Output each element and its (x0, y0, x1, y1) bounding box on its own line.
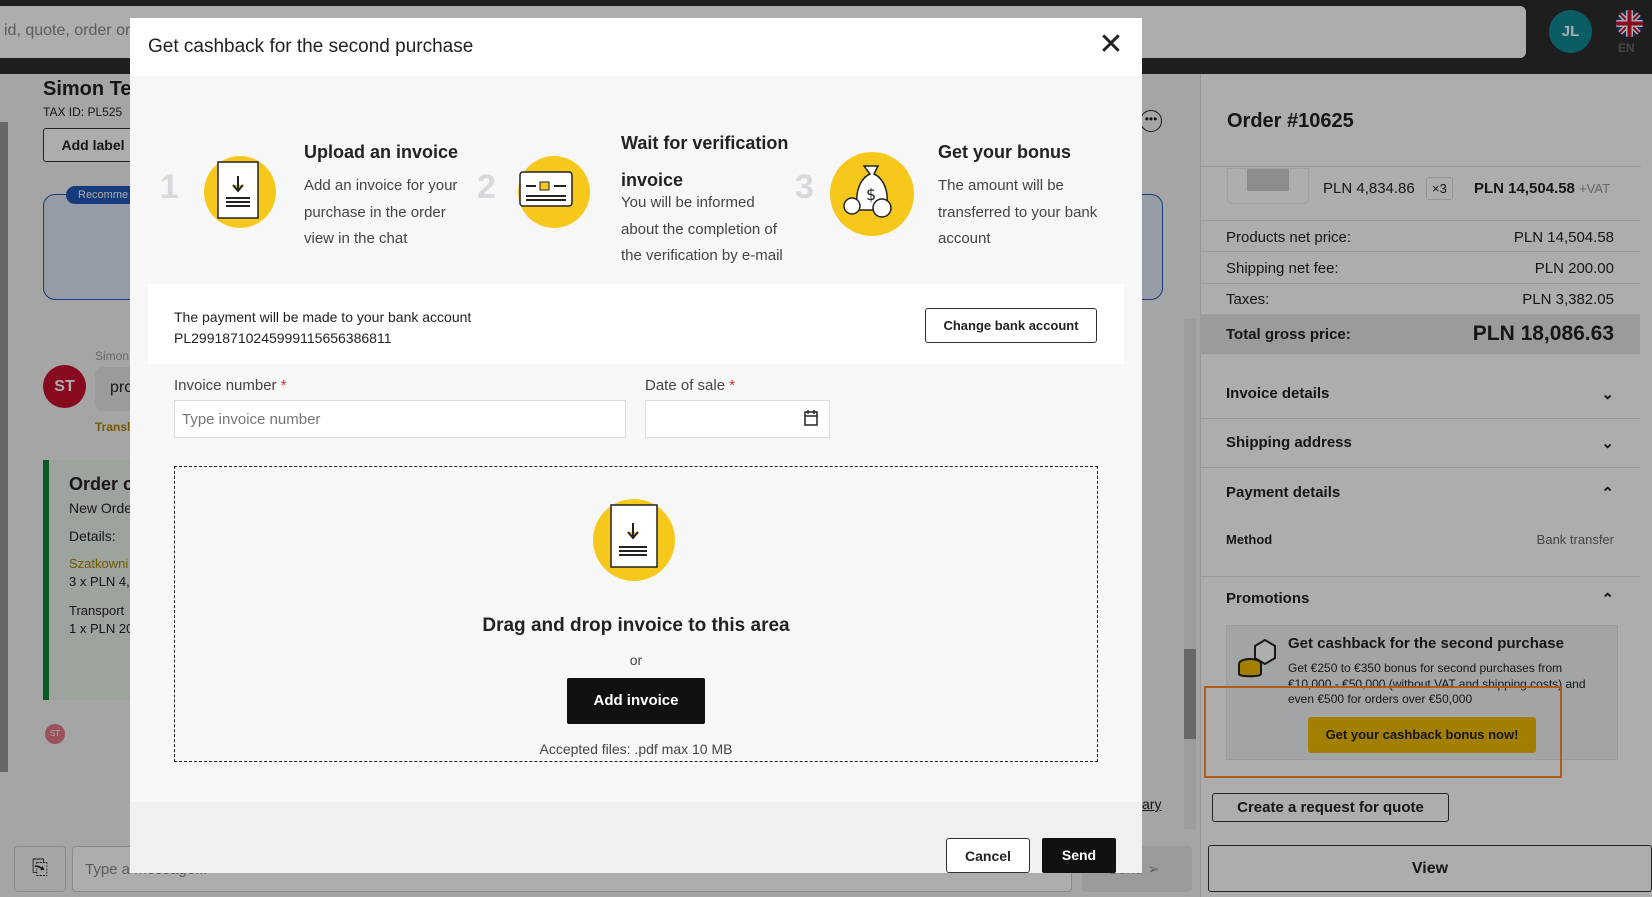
verification-card-icon (518, 156, 590, 228)
step-number: 3 (795, 168, 814, 206)
cashback-modal: Get cashback for the second purchase ✕ 1… (130, 18, 1142, 873)
step-text: The amount will be transferred to your b… (938, 177, 1098, 247)
send-button[interactable]: Send (1042, 838, 1116, 873)
step-number: 2 (477, 168, 496, 206)
invoice-upload-icon (593, 499, 675, 581)
invoice-upload-icon (204, 156, 276, 228)
step-text: Add an invoice for your purchase in the … (304, 177, 458, 247)
invoice-number-input[interactable] (174, 400, 626, 438)
step-title: Upload an invoice (304, 142, 459, 162)
invoice-dropzone[interactable]: Drag and drop invoice to this area or Ad… (174, 466, 1098, 762)
bank-account-number: PL29918710245999115656386811 (174, 330, 392, 346)
modal-footer: Cancel Send (130, 802, 1142, 873)
step-number: 1 (160, 168, 179, 206)
date-of-sale-input[interactable] (645, 400, 830, 438)
change-bank-account-button[interactable]: Change bank account (925, 308, 1097, 343)
bank-text: The payment will be made to your bank ac… (174, 309, 472, 325)
date-of-sale-label: Date of sale * (645, 377, 736, 394)
svg-text:$: $ (866, 185, 876, 204)
close-icon[interactable]: ✕ (1094, 30, 1128, 64)
dropzone-title: Drag and drop invoice to this area (482, 615, 790, 636)
money-bag-icon: $ (830, 152, 914, 236)
step-title: Wait for verification invoice (621, 133, 789, 190)
bank-account-section: The payment will be made to your bank ac… (148, 284, 1124, 364)
or-text: or (629, 652, 643, 668)
calendar-icon[interactable] (803, 409, 819, 431)
step-title: Get your bonus (938, 142, 1072, 162)
step-text: You will be informed about the completio… (621, 194, 783, 264)
accepted-files-text: Accepted files: .pdf max 10 MB (539, 741, 733, 757)
modal-title: Get cashback for the second purchase (148, 36, 474, 57)
modal-header: Get cashback for the second purchase (130, 18, 1142, 76)
add-invoice-button[interactable]: Add invoice (567, 678, 705, 724)
invoice-number-label: Invoice number * (174, 377, 287, 394)
cancel-button[interactable]: Cancel (946, 838, 1030, 873)
